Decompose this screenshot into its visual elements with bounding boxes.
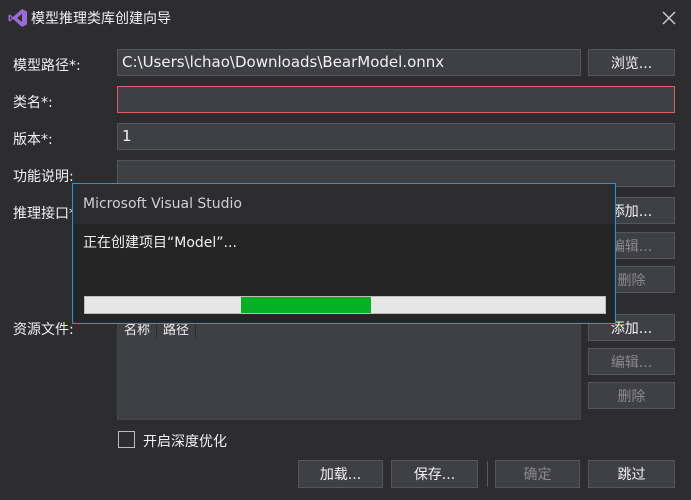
model-path-field[interactable]: C:\Users\lchao\Downloads\BearModel.onnx [117,49,581,76]
resource-files-label: 资源文件: [13,322,74,338]
browse-button[interactable]: 浏览... [588,49,675,76]
wizard-window: 模型推理类库创建向导 模型路径*: C:\Users\lchao\Downloa… [0,0,691,500]
version-label: 版本*: [13,132,53,148]
progress-dialog-body: 正在创建项目“Model”... [74,224,614,322]
title-bar: 模型推理类库创建向导 [0,0,691,36]
resource-delete-button[interactable]: 删除 [588,382,675,409]
deep-optimization-label: 开启深度优化 [143,434,227,450]
progress-dialog: Microsoft Visual Studio 正在创建项目“Model”... [72,183,616,324]
progress-dialog-title: Microsoft Visual Studio [83,196,242,212]
deep-optimization-checkbox[interactable] [118,431,135,448]
footer-separator [487,461,488,487]
window-title: 模型推理类库创建向导 [31,11,171,27]
version-field[interactable]: 1 [117,123,675,150]
close-button[interactable] [656,5,682,31]
visual-studio-logo-icon [8,9,27,27]
resource-files-list[interactable]: 名称 路径 [117,316,581,420]
close-icon [662,11,676,25]
class-name-field[interactable] [117,86,675,113]
inference-api-label: 推理接口*: [13,206,81,222]
skip-button[interactable]: 跳过 [588,460,675,488]
class-name-label: 类名*: [13,95,53,111]
resource-edit-button[interactable]: 编辑... [588,348,675,375]
save-button[interactable]: 保存... [391,460,478,488]
progress-bar [84,296,606,314]
progress-message: 正在创建项目“Model”... [83,235,237,251]
load-button[interactable]: 加载... [298,460,383,488]
ok-button[interactable]: 确定 [495,460,580,488]
progress-bar-fill [241,297,371,313]
model-path-label: 模型路径*: [13,58,81,74]
description-label: 功能说明: [13,169,74,185]
